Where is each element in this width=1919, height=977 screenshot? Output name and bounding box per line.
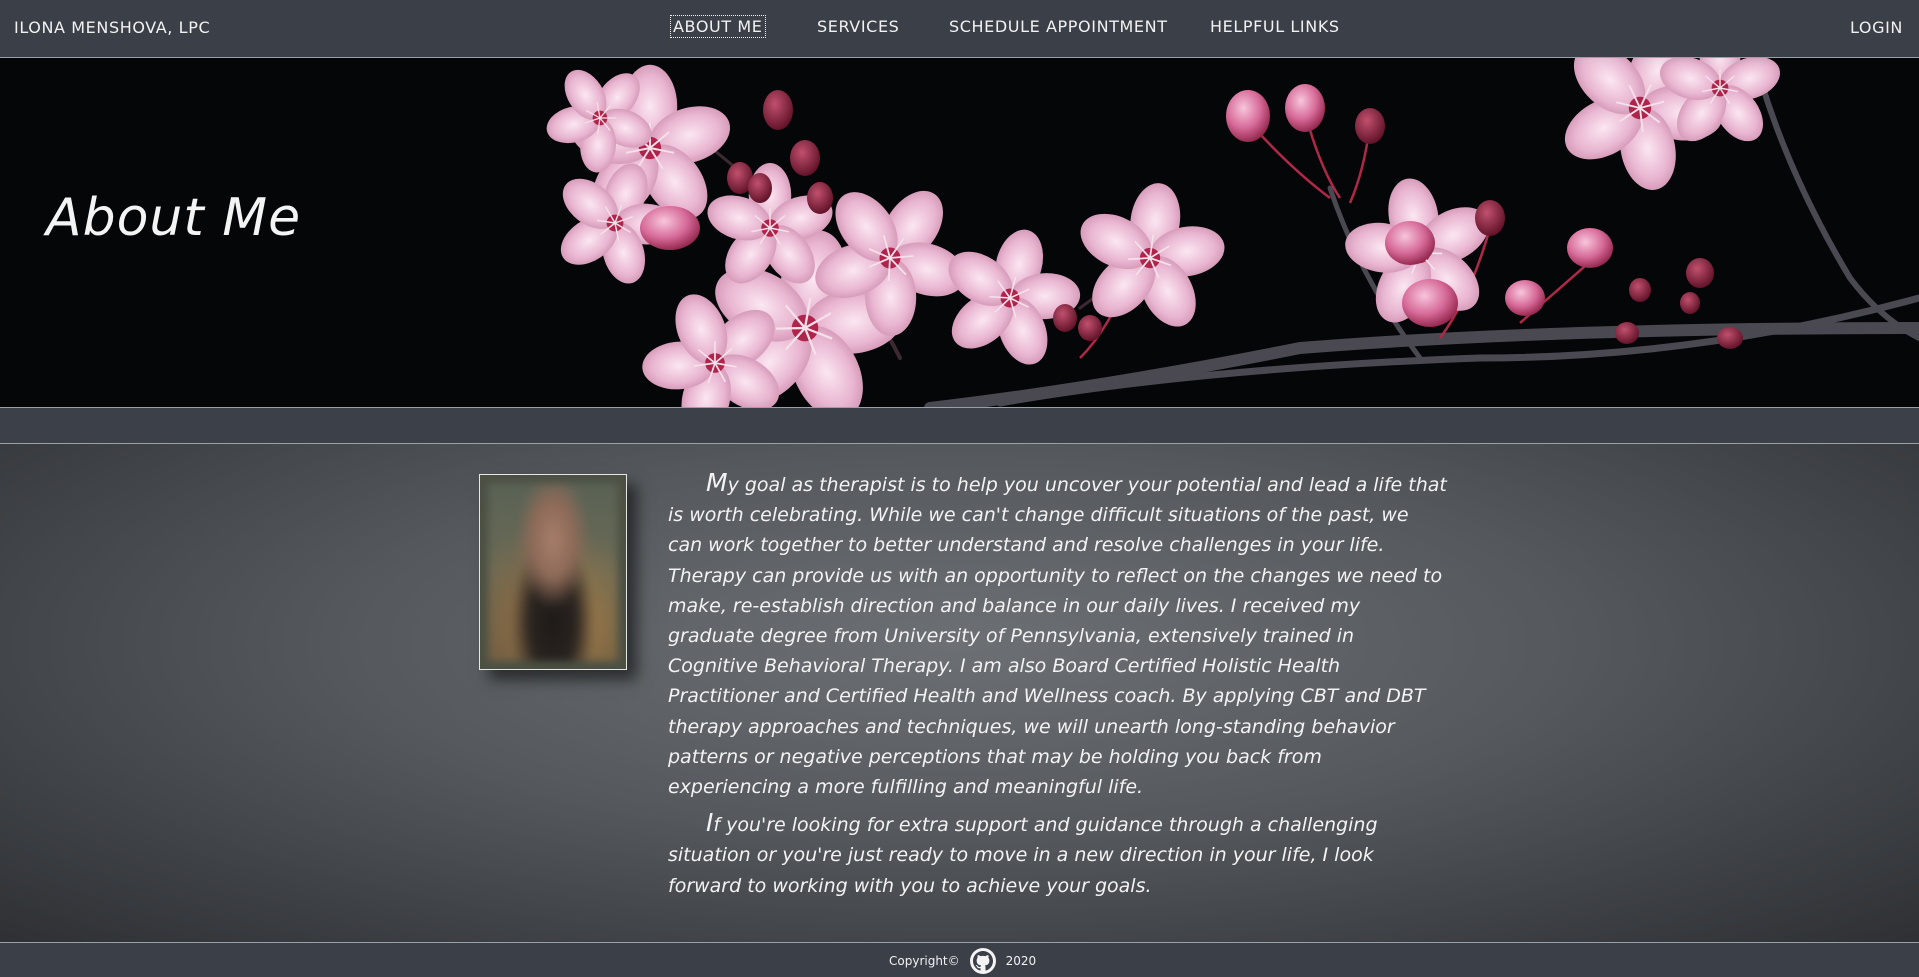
nav-link-services[interactable]: SERVICES — [815, 16, 901, 37]
top-navbar: ILONA MENSHOVA, LPC ABOUT ME SERVICES SC… — [0, 0, 1919, 58]
profile-photo — [479, 474, 627, 670]
login-link[interactable]: LOGIN — [1850, 18, 1903, 37]
nav-link-about-me[interactable]: ABOUT ME — [670, 15, 766, 38]
about-section: My goal as therapist is to help you unco… — [0, 444, 1919, 942]
copyright-label: Copyright© — [889, 954, 960, 968]
divider-band — [0, 408, 1919, 444]
nav-links: ABOUT ME SERVICES SCHEDULE APPOINTMENT H… — [0, 15, 1919, 42]
bio-paragraph-1: My goal as therapist is to help you unco… — [668, 468, 1447, 799]
footer-content: Copyright© 2020 — [889, 948, 1036, 974]
hero-banner: About Me — [0, 58, 1919, 408]
github-icon[interactable] — [969, 948, 996, 974]
footer: Copyright© 2020 — [0, 942, 1919, 977]
bio-text: My goal as therapist is to help you unco… — [668, 468, 1448, 901]
profile-photo-image — [488, 483, 618, 661]
bio-paragraph-2: If you're looking for extra support and … — [668, 808, 1378, 897]
nav-link-schedule-appointment[interactable]: SCHEDULE APPOINTMENT — [947, 16, 1170, 37]
page-title: About Me — [46, 188, 302, 248]
copyright-year: 2020 — [1005, 954, 1037, 968]
nav-link-helpful-links[interactable]: HELPFUL LINKS — [1208, 16, 1342, 37]
